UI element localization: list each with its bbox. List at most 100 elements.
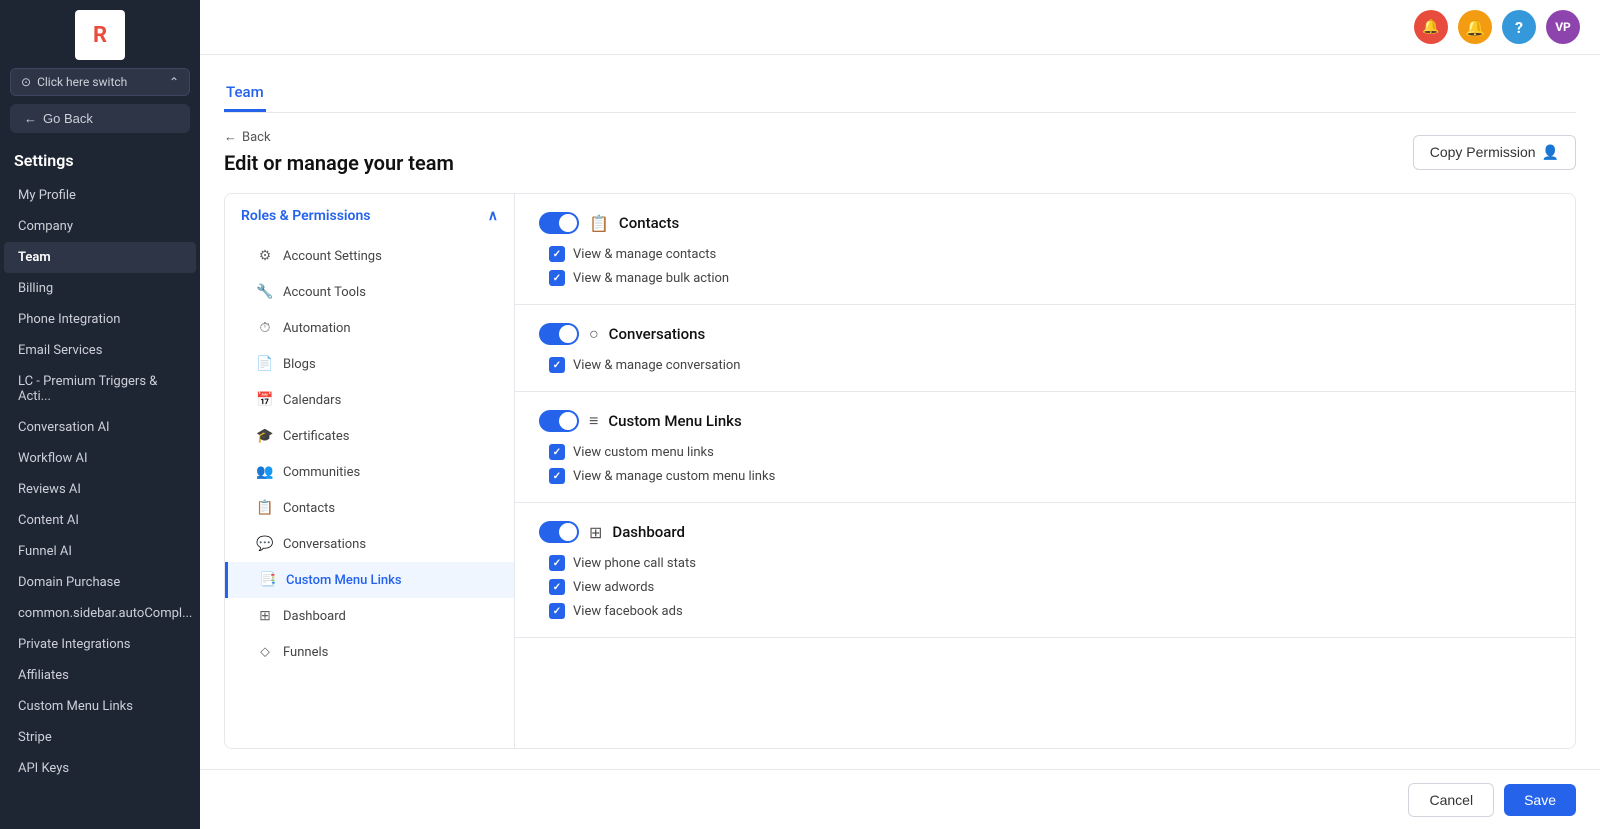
roles-permissions-header[interactable]: Roles & Permissions ∧: [225, 194, 514, 238]
switch-button[interactable]: ⊙ Click here switch ⌃: [10, 68, 190, 96]
permission-section-conversations: ○ConversationsView & manage conversation: [515, 305, 1575, 392]
left-panel-item-blogs[interactable]: 📄Blogs: [225, 346, 514, 382]
item-icon: 💬: [257, 536, 273, 552]
sidebar-item-workflow-ai[interactable]: Workflow AI: [4, 443, 196, 474]
permission-list: View phone call stats View adwords View fa…: [539, 555, 1551, 619]
item-label: Funnels: [283, 645, 328, 660]
sidebar-item-commonsidebarautocompl[interactable]: common.sidebar.autoCompl...: [4, 598, 196, 629]
alert-icon[interactable]: 🔔: [1458, 10, 1492, 44]
section-title: Dashboard: [612, 523, 685, 541]
item-icon: 👥: [257, 464, 273, 480]
permission-checkbox[interactable]: [549, 555, 565, 571]
permission-label: View adwords: [573, 580, 654, 595]
settings-title: Settings: [0, 143, 200, 180]
left-panel-item-account-tools[interactable]: 🔧 Account Tools: [225, 274, 514, 310]
permission-list: View & manage conversation: [539, 357, 1551, 373]
sidebar-item-conversation-ai[interactable]: Conversation AI: [4, 412, 196, 443]
sidebar-item-affiliates[interactable]: Affiliates: [4, 660, 196, 691]
item-icon: ⏱: [257, 320, 273, 336]
permission-checkbox[interactable]: [549, 357, 565, 373]
save-button[interactable]: Save: [1504, 784, 1576, 816]
logo-letter: R: [93, 23, 107, 48]
permission-checkbox[interactable]: [549, 579, 565, 595]
main-content: 🔔 🔔 ? VP Team ← Back Edit or manage your…: [200, 0, 1600, 829]
sidebar-item-funnel-ai[interactable]: Funnel AI: [4, 536, 196, 567]
sidebar-item-lc---premium-triggers--acti[interactable]: LC - Premium Triggers & Acti...: [4, 366, 196, 412]
sidebar-nav: My ProfileCompanyTeamBillingPhone Integr…: [0, 180, 200, 784]
section-toggle[interactable]: [539, 212, 579, 234]
sidebar-item-stripe[interactable]: Stripe: [4, 722, 196, 753]
sidebar: R ⊙ Click here switch ⌃ ← Go Back Settin…: [0, 0, 200, 829]
left-panel-item-calendars[interactable]: 📅Calendars: [225, 382, 514, 418]
permission-checkbox[interactable]: [549, 603, 565, 619]
sidebar-item-domain-purchase[interactable]: Domain Purchase: [4, 567, 196, 598]
user-avatar[interactable]: VP: [1546, 10, 1580, 44]
permission-sections: 📋ContactsView & manage contactsView & ma…: [515, 194, 1575, 638]
item-icon: 📋: [257, 500, 273, 516]
section-toggle[interactable]: [539, 410, 579, 432]
left-panel-item-conversations[interactable]: 💬Conversations: [225, 526, 514, 562]
sidebar-item-phone-integration[interactable]: Phone Integration: [4, 304, 196, 335]
item-icon: 🔧: [257, 284, 273, 300]
left-panel-item-communities[interactable]: 👥 Communities: [225, 454, 514, 490]
sidebar-item-api-keys[interactable]: API Keys: [4, 753, 196, 784]
section-toggle[interactable]: [539, 323, 579, 345]
arrow-left-icon: ←: [24, 111, 37, 126]
left-panel-item-automation[interactable]: ⏱Automation: [225, 310, 514, 346]
permission-item: View & manage conversation: [549, 357, 1551, 373]
sidebar-item-company[interactable]: Company: [4, 211, 196, 242]
left-panel-item-contacts[interactable]: 📋Contacts: [225, 490, 514, 526]
section-title: Contacts: [619, 214, 679, 232]
permission-checkbox[interactable]: [549, 246, 565, 262]
right-panel: 📋ContactsView & manage contactsView & ma…: [515, 194, 1575, 748]
permission-label: View & manage conversation: [573, 358, 740, 373]
sidebar-item-custom-menu-links[interactable]: Custom Menu Links: [4, 691, 196, 722]
permission-label: View & manage bulk action: [573, 271, 729, 286]
item-label: Communities: [283, 465, 360, 480]
sidebar-item-reviews-ai[interactable]: Reviews AI: [4, 474, 196, 505]
notification-icon[interactable]: 🔔: [1414, 10, 1448, 44]
permission-list: View custom menu links View & manage cust…: [539, 444, 1551, 484]
permission-checkbox[interactable]: [549, 270, 565, 286]
permission-label: View & manage contacts: [573, 247, 716, 262]
left-panel-item-custom-menu-links[interactable]: 📑Custom Menu Links: [225, 562, 514, 598]
left-panel-item-account-settings[interactable]: ⚙Account Settings: [225, 238, 514, 274]
help-icon[interactable]: ?: [1502, 10, 1536, 44]
roles-permissions-label: Roles & Permissions: [241, 208, 370, 224]
permission-list: View & manage contacts View & manage bulk…: [539, 246, 1551, 286]
permission-checkbox[interactable]: [549, 468, 565, 484]
left-panel-item-funnels[interactable]: ⬦Funnels: [225, 634, 514, 670]
permission-section-contacts: 📋ContactsView & manage contactsView & ma…: [515, 194, 1575, 305]
permission-checkbox[interactable]: [549, 444, 565, 460]
left-panel-item-dashboard[interactable]: ⊞Dashboard: [225, 598, 514, 634]
sidebar-item-content-ai[interactable]: Content AI: [4, 505, 196, 536]
back-link[interactable]: ← Back: [224, 129, 454, 145]
sidebar-item-my-profile[interactable]: My Profile: [4, 180, 196, 211]
section-toggle[interactable]: [539, 521, 579, 543]
item-label: Account Tools: [283, 285, 366, 300]
permission-label: View custom menu links: [573, 445, 714, 460]
item-label: Dashboard: [283, 609, 346, 624]
sidebar-item-billing[interactable]: Billing: [4, 273, 196, 304]
page-header: ← Back Edit or manage your team Copy Per…: [224, 129, 1576, 175]
item-icon: 📅: [257, 392, 273, 408]
permission-label: View facebook ads: [573, 604, 683, 619]
tab-team[interactable]: Team: [224, 75, 266, 112]
go-back-label: Go Back: [43, 111, 93, 126]
permissions-layout: Roles & Permissions ∧ ⚙Account Settings🔧…: [224, 193, 1576, 749]
footer: Cancel Save: [200, 769, 1600, 829]
section-header: ≡Custom Menu Links: [539, 410, 1551, 432]
item-icon: ⚙: [257, 248, 273, 264]
section-icon: 📋: [589, 214, 609, 233]
left-panel: Roles & Permissions ∧ ⚙Account Settings🔧…: [225, 194, 515, 748]
copy-permission-button[interactable]: Copy Permission 👤: [1413, 135, 1576, 170]
sidebar-item-private-integrations[interactable]: Private Integrations: [4, 629, 196, 660]
cancel-button[interactable]: Cancel: [1408, 783, 1494, 817]
left-panel-items: ⚙Account Settings 🔧 Account Tools ⏱Automati…: [225, 238, 514, 670]
sidebar-item-email-services[interactable]: Email Services: [4, 335, 196, 366]
sidebar-item-team[interactable]: Team: [4, 242, 196, 273]
left-panel-item-certificates[interactable]: 🎓Certificates: [225, 418, 514, 454]
go-back-button[interactable]: ← Go Back: [10, 104, 190, 133]
permission-item: View phone call stats: [549, 555, 1551, 571]
permission-label: View & manage custom menu links: [573, 469, 775, 484]
